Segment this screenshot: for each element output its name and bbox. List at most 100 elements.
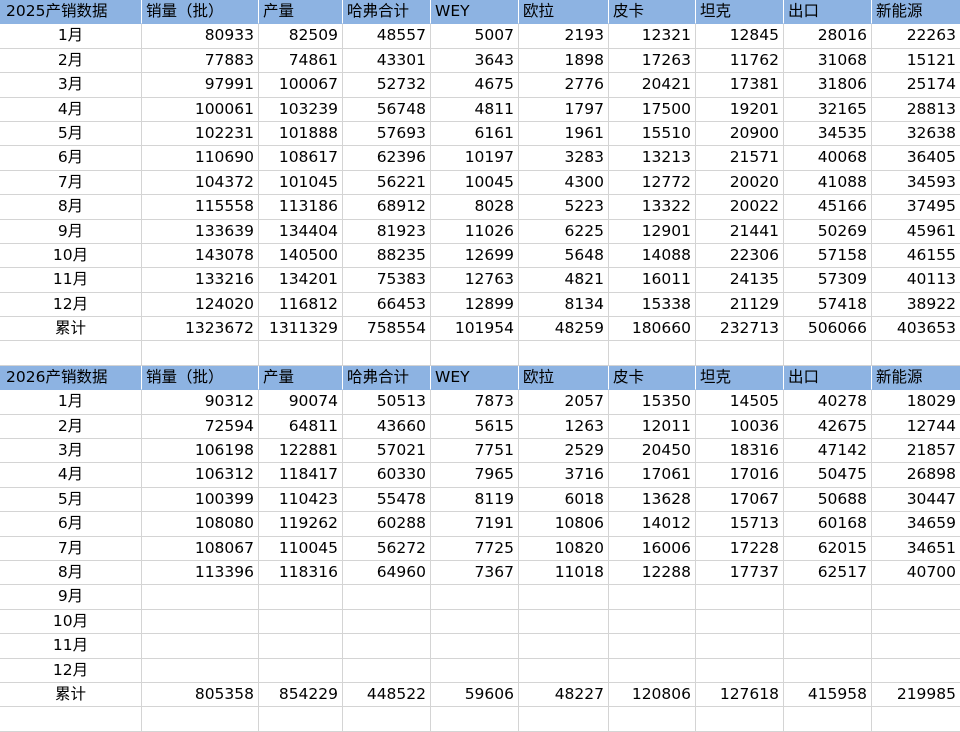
data-cell[interactable]: 805358 <box>142 682 259 708</box>
data-cell[interactable]: 20020 <box>696 170 784 196</box>
data-cell[interactable]: 118316 <box>259 560 343 586</box>
data-cell[interactable]: 57418 <box>784 292 872 318</box>
data-cell[interactable] <box>259 609 343 635</box>
row-label[interactable]: 12月 <box>0 292 142 318</box>
data-cell[interactable]: 90312 <box>142 390 259 415</box>
data-cell[interactable]: 124020 <box>142 292 259 318</box>
data-cell[interactable]: 13628 <box>609 487 696 513</box>
data-cell[interactable]: 50475 <box>784 463 872 488</box>
data-cell[interactable]: 122881 <box>259 439 343 464</box>
data-cell[interactable]: 415958 <box>784 682 872 708</box>
column-header[interactable]: WEY <box>431 0 519 25</box>
data-cell[interactable]: 1961 <box>519 121 609 147</box>
data-cell[interactable]: 41088 <box>784 170 872 196</box>
data-cell[interactable]: 10820 <box>519 536 609 561</box>
data-cell[interactable]: 133639 <box>142 219 259 244</box>
data-cell[interactable]: 15713 <box>696 512 784 537</box>
data-cell[interactable]: 48259 <box>519 317 609 342</box>
data-cell[interactable]: 17016 <box>696 463 784 488</box>
data-cell[interactable]: 2776 <box>519 73 609 98</box>
row-label[interactable]: 5月 <box>0 121 142 147</box>
data-cell[interactable]: 101888 <box>259 121 343 147</box>
data-cell[interactable] <box>696 634 784 659</box>
data-cell[interactable]: 64960 <box>343 560 431 586</box>
data-cell[interactable]: 46155 <box>872 244 960 269</box>
data-cell[interactable]: 28016 <box>784 24 872 49</box>
data-cell[interactable]: 108067 <box>142 536 259 561</box>
data-cell[interactable]: 21129 <box>696 292 784 318</box>
data-cell[interactable]: 133216 <box>142 268 259 293</box>
row-label[interactable]: 12月 <box>0 658 142 683</box>
data-cell[interactable]: 403653 <box>872 317 960 342</box>
data-cell[interactable]: 5007 <box>431 24 519 49</box>
data-cell[interactable]: 12901 <box>609 219 696 244</box>
data-cell[interactable] <box>259 658 343 683</box>
data-cell[interactable]: 10036 <box>696 414 784 440</box>
data-cell[interactable]: 116812 <box>259 292 343 318</box>
data-cell[interactable]: 108617 <box>259 146 343 171</box>
row-label[interactable]: 9月 <box>0 585 142 610</box>
data-cell[interactable] <box>519 658 609 683</box>
column-header[interactable]: 销量（批） <box>142 0 259 25</box>
data-cell[interactable]: 2529 <box>519 439 609 464</box>
data-cell[interactable]: 5615 <box>431 414 519 440</box>
data-cell[interactable]: 57021 <box>343 439 431 464</box>
data-cell[interactable] <box>872 585 960 610</box>
data-cell[interactable]: 40278 <box>784 390 872 415</box>
data-cell[interactable] <box>609 585 696 610</box>
data-cell[interactable]: 14012 <box>609 512 696 537</box>
row-label[interactable]: 累计 <box>0 317 142 342</box>
data-cell[interactable]: 74861 <box>259 48 343 74</box>
data-cell[interactable]: 6161 <box>431 121 519 147</box>
data-cell[interactable]: 25174 <box>872 73 960 98</box>
data-cell[interactable] <box>431 585 519 610</box>
data-cell[interactable] <box>872 634 960 659</box>
column-header[interactable]: WEY <box>431 365 519 391</box>
row-label[interactable]: 累计 <box>0 682 142 708</box>
data-cell[interactable]: 143078 <box>142 243 259 269</box>
column-header[interactable]: 坦克 <box>696 365 784 391</box>
data-cell[interactable]: 8028 <box>431 195 519 220</box>
data-cell[interactable]: 219985 <box>872 683 960 708</box>
empty-cell[interactable] <box>609 341 696 366</box>
empty-cell[interactable] <box>142 707 259 732</box>
data-cell[interactable]: 12288 <box>609 560 696 586</box>
data-cell[interactable]: 13213 <box>609 146 696 171</box>
data-cell[interactable]: 50513 <box>343 390 431 415</box>
data-cell[interactable] <box>784 658 872 683</box>
data-cell[interactable]: 4675 <box>431 73 519 98</box>
data-cell[interactable]: 110045 <box>259 536 343 561</box>
data-cell[interactable]: 32165 <box>784 97 872 122</box>
data-cell[interactable]: 100061 <box>142 97 259 122</box>
data-cell[interactable]: 24135 <box>696 268 784 293</box>
data-cell[interactable]: 15338 <box>609 292 696 318</box>
empty-cell[interactable] <box>259 707 343 732</box>
data-cell[interactable]: 134201 <box>259 268 343 293</box>
data-cell[interactable] <box>609 658 696 683</box>
empty-cell[interactable] <box>0 341 142 366</box>
data-cell[interactable]: 2057 <box>519 390 609 415</box>
data-cell[interactable]: 11762 <box>696 48 784 74</box>
data-cell[interactable]: 4300 <box>519 170 609 196</box>
data-cell[interactable]: 34593 <box>872 171 960 196</box>
row-label[interactable]: 1月 <box>0 24 142 49</box>
data-cell[interactable]: 21857 <box>872 439 960 464</box>
data-cell[interactable]: 7873 <box>431 390 519 415</box>
data-cell[interactable]: 6225 <box>519 219 609 244</box>
data-cell[interactable]: 506066 <box>784 317 872 342</box>
data-cell[interactable]: 7367 <box>431 560 519 586</box>
row-label[interactable]: 6月 <box>0 146 142 171</box>
data-cell[interactable]: 2193 <box>519 24 609 49</box>
empty-cell[interactable] <box>431 707 519 732</box>
data-cell[interactable]: 31806 <box>784 73 872 98</box>
data-cell[interactable]: 10197 <box>431 146 519 171</box>
data-cell[interactable] <box>696 658 784 683</box>
data-cell[interactable]: 52732 <box>343 73 431 98</box>
data-cell[interactable]: 40700 <box>872 561 960 586</box>
data-cell[interactable]: 43301 <box>343 48 431 74</box>
data-cell[interactable]: 12011 <box>609 414 696 440</box>
data-cell[interactable]: 37495 <box>872 195 960 220</box>
data-cell[interactable] <box>142 634 259 659</box>
row-label[interactable]: 8月 <box>0 560 142 586</box>
row-label[interactable]: 4月 <box>0 97 142 122</box>
